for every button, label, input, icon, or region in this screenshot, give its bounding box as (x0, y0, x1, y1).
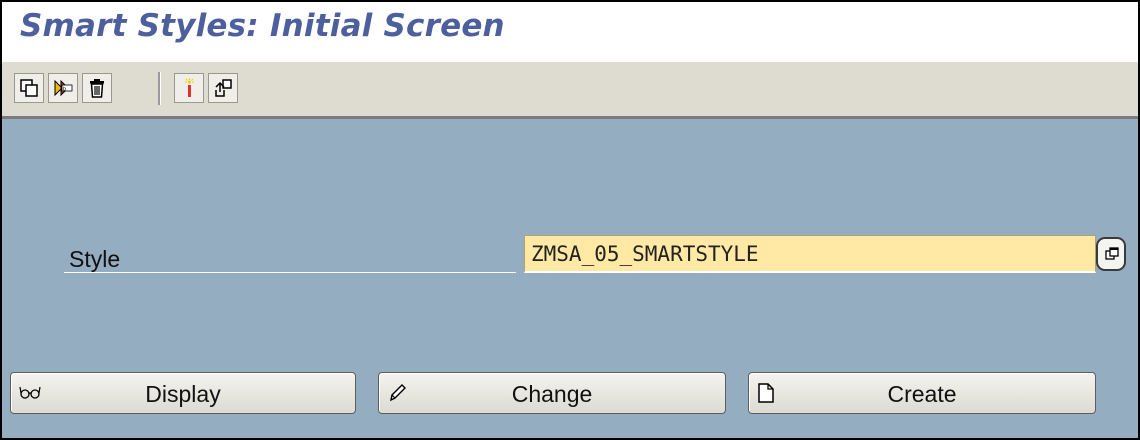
rename-icon: b (54, 79, 73, 97)
new-icon (185, 78, 194, 97)
display-button-label: Display (145, 381, 221, 407)
value-help-icon (1105, 247, 1119, 260)
svg-text:b: b (63, 86, 66, 92)
page-title: Smart Styles: Initial Screen (20, 8, 505, 44)
create-button[interactable]: Create (748, 372, 1096, 414)
label-underline (64, 272, 516, 273)
toolbar-separator (158, 72, 161, 105)
main-content: Style Display (2, 119, 1138, 438)
rename-button[interactable]: b (48, 73, 78, 103)
title-bar: Smart Styles: Initial Screen (2, 2, 1138, 62)
application-toolbar: b (2, 62, 1138, 119)
new-button[interactable] (174, 73, 204, 103)
style-label: Style (69, 246, 121, 272)
delete-button[interactable] (82, 73, 112, 103)
create-button-label: Create (887, 381, 957, 407)
copy-button[interactable] (14, 73, 44, 103)
transport-button[interactable] (208, 73, 238, 103)
change-button-label: Change (511, 381, 593, 407)
sap-window: Smart Styles: Initial Screen b Style ZMS… (0, 0, 1140, 440)
copy-icon (20, 79, 38, 97)
style-input[interactable] (524, 235, 1096, 273)
change-button[interactable]: Change (378, 372, 726, 414)
display-button[interactable]: Display (10, 372, 356, 414)
delete-icon (90, 79, 104, 98)
transport-icon (215, 79, 232, 97)
f4-help-button[interactable] (1096, 237, 1126, 271)
